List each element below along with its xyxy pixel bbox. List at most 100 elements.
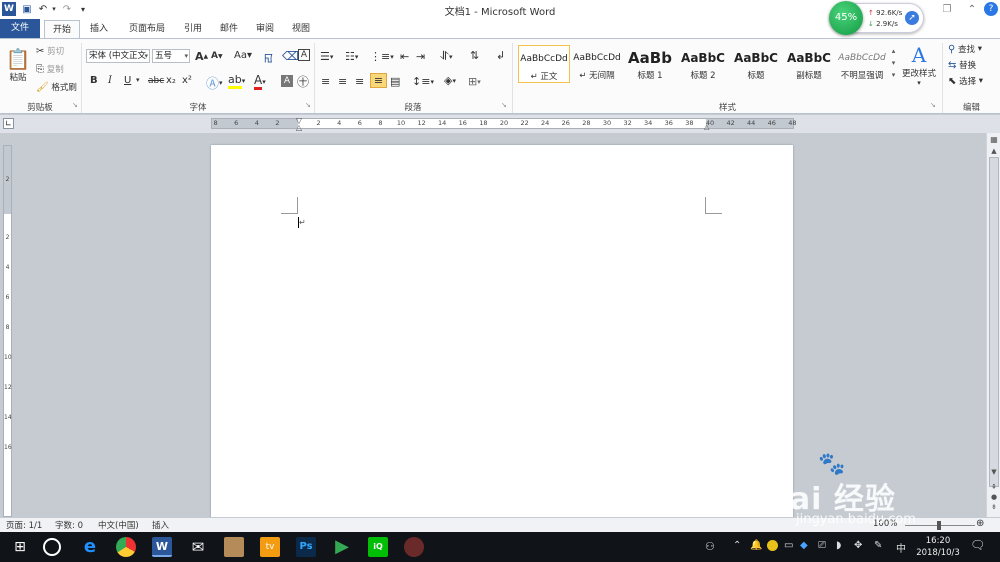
ribbon-collapse-icon[interactable]: ⌃ <box>965 2 979 16</box>
play-icon[interactable]: ▶ <box>332 537 352 557</box>
find-button[interactable]: ⚲ 查找 ▾ <box>948 43 982 56</box>
battery-icon[interactable]: ▭ <box>784 540 793 551</box>
char-shading-icon[interactable]: A <box>281 75 293 87</box>
copy-button[interactable]: ⎘ 复制 <box>36 63 64 76</box>
sort-icon[interactable]: ⇅ <box>470 49 479 62</box>
shrink-font-button[interactable]: A ▼ <box>211 51 223 61</box>
text-effects-icon[interactable]: Ⓐ ▾ <box>206 73 223 92</box>
memory-percent-badge[interactable]: 45% <box>829 1 863 35</box>
phonetic-guide-icon[interactable]: ꡎ <box>264 49 273 66</box>
mail-icon[interactable]: ✉ <box>188 537 208 557</box>
pen-icon[interactable]: ✎ <box>874 540 882 551</box>
paste-button[interactable]: 📋 粘贴 <box>6 43 31 83</box>
clear-formatting-icon[interactable]: ⌫ <box>282 49 299 63</box>
word-app-icon[interactable]: W <box>2 2 16 16</box>
line-spacing-icon[interactable]: ↕≡ ▾ <box>412 75 434 88</box>
prev-page-icon[interactable]: ⇞ <box>989 483 999 491</box>
char-border-icon[interactable]: A <box>298 49 310 61</box>
align-left-icon[interactable]: ≡ <box>321 75 330 88</box>
chevron-down-icon[interactable]: ▾ <box>136 76 140 84</box>
multilevel-list-icon[interactable]: ⋮≡ ▾ <box>370 50 394 63</box>
style-title[interactable]: AaBbC 标题 <box>730 45 782 83</box>
edge-icon[interactable]: e <box>80 537 100 557</box>
increase-indent-icon[interactable]: ⇥ <box>416 50 425 63</box>
scroll-thumb[interactable] <box>989 157 999 487</box>
replace-button[interactable]: ⇆ 替换 <box>948 59 976 72</box>
insert-mode[interactable]: 插入 <box>152 519 169 531</box>
vertical-ruler[interactable]: 2 2 4 6 8 10 12 14 16 <box>3 145 12 517</box>
bullets-icon[interactable]: ☰ ▾ <box>320 50 333 63</box>
select-button[interactable]: ⬉ 选择 ▾ <box>948 75 983 88</box>
style-heading-2[interactable]: AaBbC 标题 2 <box>677 45 729 83</box>
grow-font-button[interactable]: A ▲ <box>195 50 208 63</box>
tab-view[interactable]: 视图 <box>286 20 316 38</box>
format-painter-button[interactable]: 🖌 格式刷 <box>36 81 77 94</box>
scroll-up-icon[interactable]: ▲ <box>989 147 999 155</box>
zoom-slider-thumb[interactable] <box>937 521 941 530</box>
save-icon[interactable]: ▣ <box>20 2 34 16</box>
change-styles-button[interactable]: A 更改样式 ▾ <box>899 43 939 87</box>
browse-object-icon[interactable]: ● <box>989 493 999 501</box>
bell-icon[interactable]: 🔔 <box>750 540 762 551</box>
subscript-button[interactable]: x₂ <box>166 75 176 86</box>
font-size-combo[interactable]: 五号 ▾ <box>152 49 190 63</box>
word-count[interactable]: 字数: 0 <box>55 519 83 531</box>
enclose-char-icon[interactable]: ㊉ <box>297 73 309 90</box>
tab-mailings[interactable]: 邮件 <box>214 20 244 38</box>
font-name-combo[interactable]: 宋体 (中文正文 ▾ <box>86 49 150 63</box>
align-center-icon[interactable]: ≡ <box>338 75 347 88</box>
page-count[interactable]: 页面: 1/1 <box>6 519 42 531</box>
style-no-spacing[interactable]: AaBbCcDd ↵ 无间隔 <box>571 45 623 83</box>
tab-insert[interactable]: 插入 <box>84 20 114 38</box>
shading-icon[interactable]: ◈ ▾ <box>444 74 456 87</box>
restore-icon[interactable]: ❐ <box>940 2 954 16</box>
move-icon[interactable]: ✥ <box>854 540 862 551</box>
tab-file[interactable]: 文件 <box>0 19 40 38</box>
clock[interactable]: 16:20 2018/10/3 <box>915 535 961 559</box>
photoshop-icon[interactable]: Ps <box>296 537 316 557</box>
avatar-app-icon[interactable] <box>404 537 424 557</box>
document-page[interactable]: ↵ <box>211 145 793 525</box>
highlight-icon[interactable]: ab ▾ <box>228 73 245 89</box>
language-indicator[interactable]: 中文(中国) <box>98 519 139 531</box>
style-heading-1[interactable]: AaBb 标题 1 <box>624 45 676 83</box>
right-indent-marker[interactable]: △ <box>704 123 709 131</box>
ruler-toggle-icon[interactable]: ▦ <box>989 135 999 145</box>
display-icon[interactable]: ⎚ <box>818 540 826 551</box>
italic-button[interactable]: I <box>108 75 112 86</box>
cut-button[interactable]: ✂ 剪切 <box>36 45 64 58</box>
tab-page-layout[interactable]: 页面布局 <box>122 20 172 38</box>
undo-icon[interactable]: ↶ <box>36 2 50 16</box>
tray-chevron-icon[interactable]: ⌃ <box>733 540 741 551</box>
cortana-icon[interactable] <box>43 538 61 556</box>
tray-app-icon[interactable] <box>767 540 778 551</box>
borders-icon[interactable]: ⊞ ▾ <box>468 75 481 88</box>
chrome-icon[interactable] <box>116 537 136 557</box>
tv-app-icon[interactable]: tv <box>260 537 280 557</box>
chinese-layout-icon[interactable]: ⥯ ▾ <box>440 49 452 64</box>
dialog-launcher-icon[interactable]: ↘ <box>930 101 936 109</box>
shield-icon[interactable]: ◆ <box>800 540 808 551</box>
tab-review[interactable]: 审阅 <box>250 20 280 38</box>
strikethrough-button[interactable]: abc <box>148 76 164 86</box>
iqiyi-icon[interactable]: iQ <box>368 537 388 557</box>
bold-button[interactable]: B <box>90 75 98 86</box>
font-color-icon[interactable]: A ▾ <box>254 73 266 90</box>
customize-icon[interactable]: ▾ <box>78 2 88 16</box>
dialog-launcher-icon[interactable]: ↘ <box>501 101 507 109</box>
decrease-indent-icon[interactable]: ⇤ <box>400 50 409 63</box>
style-subtitle[interactable]: AaBbC 副标题 <box>783 45 835 83</box>
indent-marker[interactable]: ▽ △ <box>295 117 303 132</box>
change-case-button[interactable]: Aa ▾ <box>234 50 252 61</box>
distributed-icon[interactable]: ▤ <box>390 75 400 88</box>
dialog-launcher-icon[interactable]: ↘ <box>72 101 78 109</box>
align-right-icon[interactable]: ≡ <box>355 75 364 88</box>
next-page-icon[interactable]: ⇟ <box>989 503 999 511</box>
justify-icon[interactable]: ≡ <box>370 73 387 88</box>
show-marks-icon[interactable]: ↲ <box>496 49 505 62</box>
tab-stop-selector[interactable]: ∟ <box>3 118 14 129</box>
tab-home[interactable]: 开始 <box>44 20 80 38</box>
wifi-icon[interactable]: ◗ <box>836 540 841 551</box>
dialog-launcher-icon[interactable]: ↘ <box>305 101 311 109</box>
ime-indicator[interactable]: 中 <box>896 540 906 555</box>
